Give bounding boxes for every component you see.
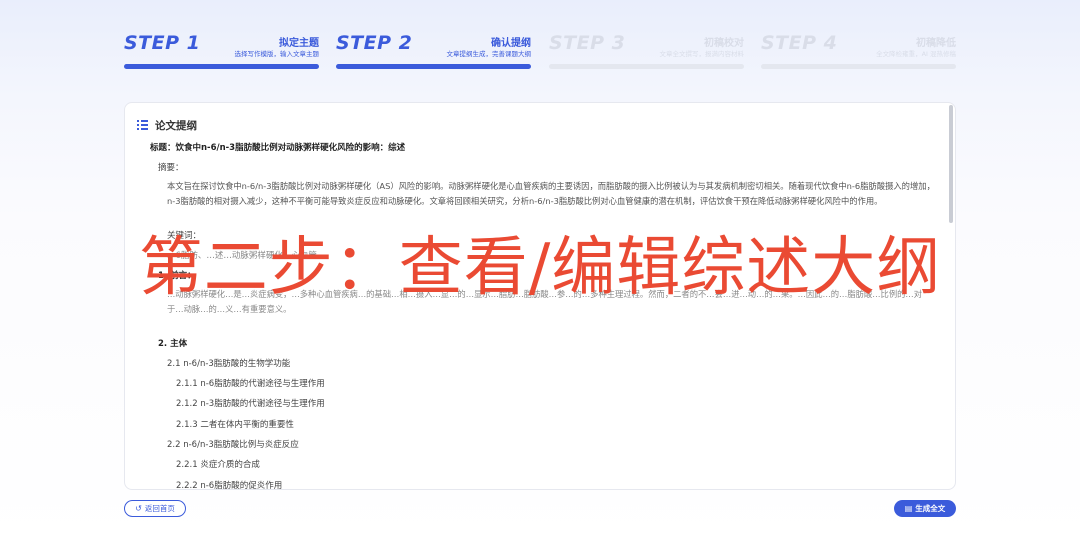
step-3: STEP 3 初稿校对 文章全文撰写，报满内容材料 [549, 30, 744, 70]
outline-item: 2.1.2 n-3脂肪酸的代谢途径与生理作用 [176, 399, 325, 409]
step-4-title: 初稿降低 [916, 38, 956, 49]
list-icon [137, 120, 148, 130]
step-3-number: STEP 3 [549, 32, 626, 54]
step-3-progress-bar [549, 64, 744, 69]
step-2-description: 文章提纲生成，完善课题大纲 [446, 50, 532, 58]
section-2-heading: 2. 主体 [158, 339, 188, 349]
step-3-description: 文章全文撰写，报满内容材料 [659, 50, 745, 58]
step-progress: STEP 1 拟定主题 选择写作模版，输入文章主题 STEP 2 确认提纲 文章… [124, 30, 956, 70]
outline-item: 2.1.1 n-6脂肪酸的代谢途径与生理作用 [176, 379, 325, 389]
outline-header: 论文提纲 [137, 117, 197, 133]
step-2-number: STEP 2 [336, 32, 413, 54]
generate-full-text-button[interactable]: ▤ 生成全文 [894, 500, 956, 517]
document-icon: ▤ [904, 504, 913, 513]
step-1-title: 拟定主题 [279, 38, 319, 49]
outline-header-title: 论文提纲 [155, 119, 197, 132]
outline-item: 2.2.1 炎症介质的合成 [176, 460, 260, 470]
section-1-text: …动脉粥样硬化…是…炎症病变，…多种心血管疾病…的基础…相…摄入…显…的…显示…… [167, 289, 923, 314]
return-icon: ↺ [135, 504, 142, 513]
step-1-number: STEP 1 [124, 32, 201, 54]
outline-panel[interactable]: 论文提纲 标题：饮食中n-6/n-3脂肪酸比例对动脉粥样硬化风险的影响：综述 摘… [124, 102, 956, 490]
generate-full-text-label: 生成全文 [915, 504, 946, 513]
outline-item: 2.1 n-6/n-3脂肪酸的生物学功能 [167, 359, 291, 369]
step-1-description: 选择写作模版，输入文章主题 [234, 50, 320, 58]
step-4: STEP 4 初稿降低 全文降检雍重，AI 混热修稿 [761, 30, 956, 70]
section-1-heading: 1. 前言： [158, 271, 196, 281]
abstract-text: 本文旨在探讨饮食中n-6/n-3脂肪酸比例对动脉粥样硬化（AS）风险的影响。动脉… [167, 181, 935, 206]
step-2[interactable]: STEP 2 确认提纲 文章提纲生成，完善课题大纲 [336, 30, 531, 70]
abstract-label: 摘要： [158, 163, 184, 173]
step-1-progress-bar [124, 64, 319, 69]
step-2-title: 确认提纲 [491, 38, 531, 49]
keywords-text: n-6脂肪、…述…动脉粥样硬化，心血管… [167, 251, 326, 261]
step-4-number: STEP 4 [761, 32, 838, 54]
outline-item: 2.2 n-6/n-3脂肪酸比例与炎症反应 [167, 440, 299, 450]
step-1[interactable]: STEP 1 拟定主题 选择写作模版，输入文章主题 [124, 30, 319, 70]
outline-item: 2.1.3 二者在体内平衡的重要性 [176, 420, 294, 430]
outline-scrollbar[interactable] [949, 105, 953, 223]
outline-item: 2.2.2 n-6脂肪酸的促炎作用 [176, 481, 283, 490]
back-home-button[interactable]: ↺ 返回首页 [124, 500, 186, 517]
step-3-title: 初稿校对 [704, 38, 744, 49]
outline-title: 标题：饮食中n-6/n-3脂肪酸比例对动脉粥样硬化风险的影响：综述 [150, 143, 406, 153]
step-2-progress-bar [336, 64, 531, 69]
step-4-description: 全文降检雍重，AI 混热修稿 [876, 50, 956, 58]
keywords-label: 关键词： [167, 231, 202, 241]
back-home-label: 返回首页 [144, 504, 175, 513]
step-4-progress-bar [761, 64, 956, 69]
